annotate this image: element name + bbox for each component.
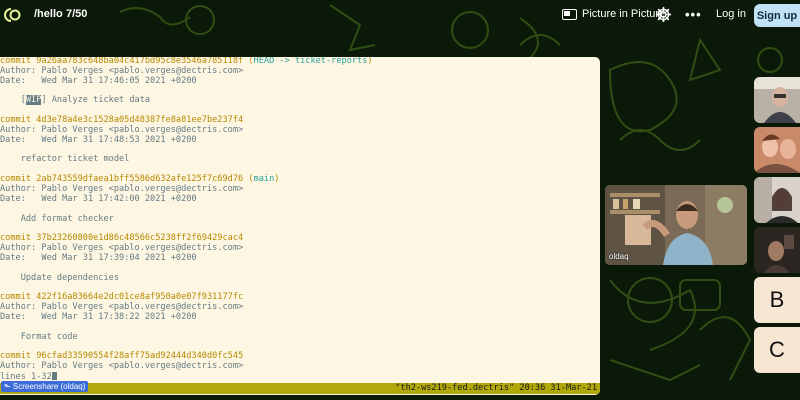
- screenshare-label: ⬑ Screenshare (oldaq): [1, 381, 89, 392]
- more-icon[interactable]: •••: [685, 7, 702, 22]
- terminal-text: Date: Wed Mar 31 17:38:22 2021 +0200: [0, 311, 197, 322]
- terminal-line: Date: Wed Mar 31 17:42:00 2021 +0200: [0, 193, 600, 205]
- login-link[interactable]: Log in: [716, 8, 746, 20]
- participant-video-2: [754, 127, 800, 173]
- commit-message: ] Analyze ticket data: [41, 95, 151, 106]
- screenshare-terminal: commit 9a26aa783c648ba04c417bd95c8e3546a…: [0, 57, 600, 395]
- participant-video-3: [754, 177, 800, 223]
- terminal-line: Update dependencies: [0, 272, 600, 284]
- terminal-output: commit 9a26aa783c648ba04c417bd95c8e3546a…: [0, 57, 600, 382]
- speaker-video[interactable]: oldaq: [605, 185, 747, 265]
- terminal-text: Author: Pablo Verges <pablo.verges@dectr…: [0, 124, 244, 135]
- terminal-cursor: [51, 372, 57, 380]
- terminal-text: Author: Pablo Verges <pablo.verges@dectr…: [0, 65, 244, 76]
- commit-hash: commit 96cfad33590554f28aff75ad92444d340…: [0, 351, 244, 362]
- terminal-text: Date: Wed Mar 31 17:39:04 2021 +0200: [0, 252, 197, 263]
- picture-in-picture-label: Picture in Picture: [582, 8, 666, 20]
- terminal-text: Date: Wed Mar 31 17:48:53 2021 +0200: [0, 134, 197, 145]
- wip-tag: WIP: [25, 95, 42, 106]
- picture-in-picture-icon: [562, 8, 577, 20]
- participant-counter: 7/50: [66, 8, 88, 20]
- tmux-status-bar: "th2-ws219-fed.dectris" 20:36 31-Mar-21: [0, 383, 600, 394]
- signup-button[interactable]: Sign up: [754, 4, 800, 27]
- terminal-line: [WIP] Analyze ticket data: [0, 95, 600, 106]
- terminal-line: Date: Wed Mar 31 17:48:53 2021 +0200: [0, 134, 600, 146]
- participant-tile-b[interactable]: B: [754, 277, 800, 323]
- terminal-line: Date: Wed Mar 31 17:38:22 2021 +0200: [0, 311, 600, 323]
- terminal-line: refactor ticket model: [0, 155, 600, 165]
- room-path: /hello: [34, 8, 63, 20]
- status-right-text: "th2-ws219-fed.dectris" 20:36 31-Mar-21: [395, 383, 597, 393]
- terminal-text: Add format checker: [0, 213, 114, 224]
- terminal-line: Date: Wed Mar 31 17:46:05 2021 +0200: [0, 75, 600, 87]
- ref-close-paren: ): [367, 57, 373, 66]
- terminal-text: Format code: [0, 331, 78, 342]
- terminal-text: Author: Pablo Verges <pablo.verges@dectr…: [0, 302, 244, 313]
- terminal-text: Author: Pablo Verges <pablo.verges@dectr…: [0, 361, 244, 372]
- gear-icon[interactable]: [655, 6, 672, 23]
- commit-message-prefix: [: [0, 95, 26, 106]
- terminal-line: Add format checker: [0, 213, 600, 225]
- terminal-text: Date: Wed Mar 31 17:42:00 2021 +0200: [0, 193, 197, 204]
- terminal-line: Author: Pablo Verges <pablo.verges@dectr…: [0, 361, 600, 372]
- screenshare-label-text: Screenshare (oldaq): [12, 382, 86, 391]
- participant-video-1: [754, 77, 800, 123]
- participant-tile-4[interactable]: [754, 227, 800, 273]
- commit-hash: commit 37b23260800e1d86c48566c5238ff2f69…: [0, 233, 244, 244]
- commit-ref: main: [253, 174, 275, 185]
- logo-icon[interactable]: [3, 6, 21, 24]
- terminal-text: Date: Wed Mar 31 17:46:05 2021 +0200: [0, 75, 197, 86]
- participant-tile-1[interactable]: [754, 77, 800, 123]
- ref-open-paren: (: [243, 57, 254, 66]
- commit-ref: HEAD -> ticket-reports: [253, 57, 368, 66]
- top-bar: /hello 7/50 Picture in Picture ••• Log i…: [0, 0, 800, 30]
- terminal-line: lines 1-32: [0, 372, 600, 382]
- speaker-name: oldaq: [609, 252, 629, 261]
- ref-open-paren: (: [243, 174, 254, 185]
- participant-tile-3[interactable]: [754, 177, 800, 223]
- terminal-text: Author: Pablo Verges <pablo.verges@dectr…: [0, 243, 244, 254]
- terminal-text: Update dependencies: [0, 272, 119, 283]
- terminal-line: Date: Wed Mar 31 17:39:04 2021 +0200: [0, 252, 600, 264]
- participant-video-4: [754, 227, 800, 273]
- ref-close-paren: ): [274, 174, 280, 185]
- screenshare-icon: ⬑: [4, 382, 13, 391]
- terminal-text: refactor ticket model: [0, 154, 130, 165]
- participant-tile-c[interactable]: C: [754, 327, 800, 373]
- terminal-line: Format code: [0, 331, 600, 343]
- commit-hash: commit 4d3e78a4e3c1528a05d48387fe8a81ee7…: [0, 115, 244, 126]
- commit-hash: commit 422f16a83664e2dc01ce8af950a0e07f9…: [0, 292, 244, 303]
- participant-tile-2[interactable]: [754, 127, 800, 173]
- commit-hash: commit 2ab743559dfaea1bff5586d632afe125f…: [0, 174, 244, 185]
- picture-in-picture-button[interactable]: Picture in Picture: [562, 8, 665, 20]
- commit-hash: commit 9a26aa783c648ba04c417bd95c8e3546a…: [0, 57, 244, 66]
- terminal-text: Author: Pablo Verges <pablo.verges@dectr…: [0, 183, 244, 194]
